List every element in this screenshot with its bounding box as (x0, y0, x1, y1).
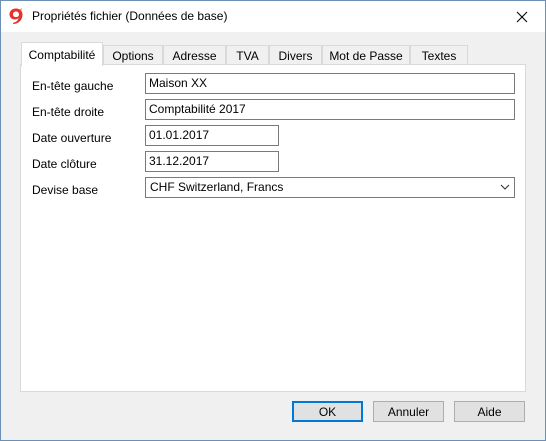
ok-button[interactable]: OK (292, 401, 363, 422)
closing-date-label: Date clôture (32, 157, 97, 171)
header-left-label: En-tête gauche (32, 79, 114, 93)
close-button[interactable] (499, 1, 545, 32)
base-currency-label: Devise base (32, 183, 99, 197)
file-properties-dialog: Propriétés fichier (Données de base) Com… (0, 0, 546, 441)
base-currency-value: CHF Switzerland, Francs (150, 180, 284, 194)
tab-textes[interactable]: Textes (410, 45, 468, 65)
title-bar: Propriétés fichier (Données de base) (1, 1, 545, 32)
tab-options[interactable]: Options (103, 45, 163, 65)
tab-tva[interactable]: TVA (226, 45, 269, 65)
cancel-button[interactable]: Annuler (373, 401, 444, 422)
header-right-input[interactable]: Comptabilité 2017 (145, 99, 515, 120)
tab-panel-comptabilite: En-tête gauche Maison XX En-tête droite … (20, 64, 526, 392)
tab-mot-de-passe[interactable]: Mot de Passe (322, 45, 410, 65)
opening-date-label: Date ouverture (32, 131, 112, 145)
window-title: Propriétés fichier (Données de base) (32, 9, 228, 23)
opening-date-input[interactable]: 01.01.2017 (145, 125, 279, 146)
base-currency-select[interactable]: CHF Switzerland, Francs (145, 177, 515, 198)
tab-comptabilite[interactable]: Comptabilité (21, 42, 103, 66)
banana-app-icon (7, 7, 25, 25)
chevron-down-icon (500, 184, 510, 190)
tab-divers[interactable]: Divers (269, 45, 322, 65)
tab-adresse[interactable]: Adresse (163, 45, 226, 65)
close-icon (516, 11, 528, 22)
closing-date-input[interactable]: 31.12.2017 (145, 151, 279, 172)
header-left-input[interactable]: Maison XX (145, 73, 515, 94)
header-right-label: En-tête droite (32, 105, 105, 119)
help-button[interactable]: Aide (454, 401, 525, 422)
